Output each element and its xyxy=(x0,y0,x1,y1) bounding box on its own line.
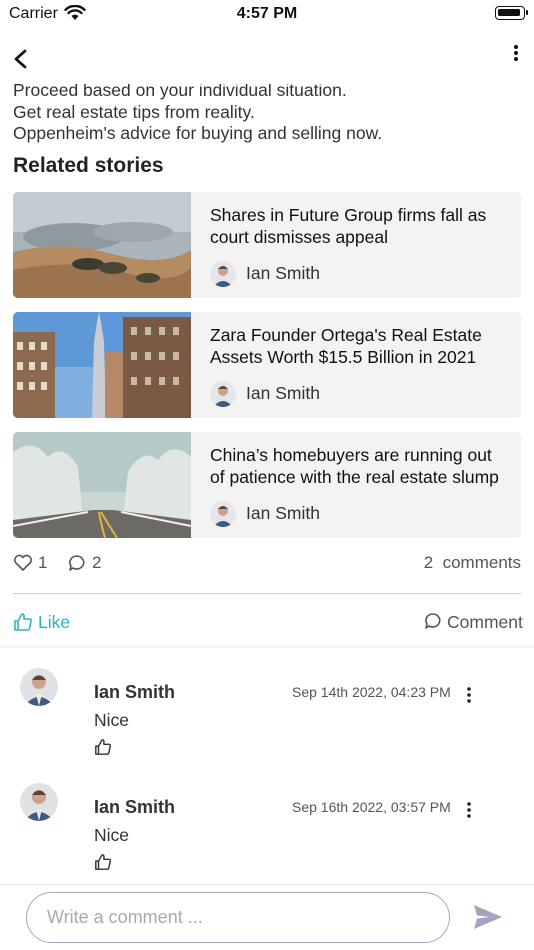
commenter-avatar[interactable] xyxy=(20,783,58,821)
navigation-bar xyxy=(0,36,534,84)
comment-button-label: Comment xyxy=(447,612,523,632)
divider xyxy=(13,593,521,594)
related-story-card[interactable]: China’s homebuyers are running out of pa… xyxy=(13,432,521,538)
more-options-icon[interactable] xyxy=(510,44,522,64)
battery-icon xyxy=(495,6,528,20)
related-stories-heading: Related stories xyxy=(13,154,164,177)
commenter-avatar[interactable] xyxy=(20,668,58,706)
speech-bubble-icon xyxy=(425,613,441,629)
story-title[interactable]: Shares in Future Group firms fall as cou… xyxy=(210,204,510,248)
story-title[interactable]: China’s homebuyers are running out of pa… xyxy=(210,444,510,488)
comment-options-icon[interactable] xyxy=(464,686,474,704)
author-avatar xyxy=(210,261,236,287)
comment-date: Sep 14th 2022, 04:23 PM xyxy=(292,684,451,700)
section-separator xyxy=(0,645,534,648)
send-icon[interactable] xyxy=(472,902,504,932)
related-story-card[interactable]: Shares in Future Group firms fall as cou… xyxy=(13,192,521,298)
speech-bubble-icon xyxy=(69,555,85,571)
story-author: Ian Smith xyxy=(246,383,320,403)
comment-input[interactable] xyxy=(26,892,450,943)
heart-icon xyxy=(13,554,33,571)
thumbs-up-icon[interactable] xyxy=(94,853,112,871)
comment-item: Ian Smith Sep 16th 2022, 03:57 PM Nice xyxy=(0,783,534,883)
article-line: Oppenheim's advice for buying and sellin… xyxy=(13,123,383,143)
related-story-card[interactable]: Zara Founder Ortega's Real Estate Assets… xyxy=(13,312,521,418)
comment-options-icon[interactable] xyxy=(464,801,474,819)
story-author: Ian Smith xyxy=(246,263,320,283)
engagement-stats: 1 2 2 comments xyxy=(13,552,521,576)
story-thumbnail xyxy=(13,432,191,538)
comment-text: Nice xyxy=(94,710,130,730)
commenter-name: Ian Smith xyxy=(94,797,176,817)
thumbs-up-icon[interactable] xyxy=(94,738,112,756)
comments-total-link[interactable]: 2 comments xyxy=(424,553,521,573)
article-body: Proceed based on your individual situati… xyxy=(13,80,523,145)
comment-item: Ian Smith Sep 14th 2022, 04:23 PM Nice xyxy=(0,668,534,768)
comment-count: 2 xyxy=(92,553,102,572)
article-line: Get real estate tips from reality. xyxy=(13,101,255,122)
post-actions: Like Comment xyxy=(13,610,523,636)
author-avatar xyxy=(210,381,236,407)
back-arrow-icon[interactable] xyxy=(8,44,34,74)
thumbs-up-icon xyxy=(14,613,32,631)
author-avatar xyxy=(210,501,236,527)
story-title[interactable]: Zara Founder Ortega's Real Estate Assets… xyxy=(210,324,510,368)
clock: 4:57 PM xyxy=(236,5,298,22)
commenter-name: Ian Smith xyxy=(94,682,176,702)
story-author: Ian Smith xyxy=(246,503,320,523)
comment-text: Nice xyxy=(94,825,130,845)
status-bar: Carrier 4:57 PM xyxy=(0,0,534,30)
comment-date: Sep 16th 2022, 03:57 PM xyxy=(292,799,451,815)
story-thumbnail xyxy=(13,312,191,418)
comment-button[interactable]: Comment xyxy=(421,610,523,636)
story-thumbnail xyxy=(13,192,191,298)
like-count: 1 xyxy=(38,553,48,572)
composer-divider xyxy=(0,884,534,885)
like-button-label: Like xyxy=(38,612,71,632)
